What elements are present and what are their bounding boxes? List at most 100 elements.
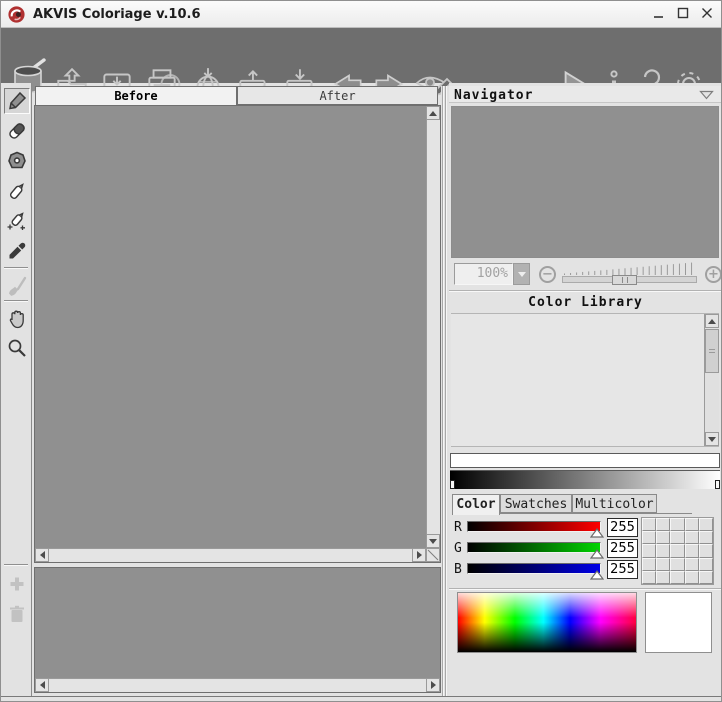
scroll-up-button[interactable] [705, 314, 719, 328]
color-library-scrollbar[interactable] [704, 314, 719, 446]
strokes-horizontal-scrollbar[interactable] [35, 678, 440, 692]
tube-icon [6, 180, 28, 202]
section-divider [449, 290, 722, 292]
blue-value-field[interactable]: 255 [607, 560, 638, 579]
tab-after-label: After [319, 89, 355, 103]
hand-icon [6, 308, 28, 330]
image-canvas[interactable] [35, 106, 426, 548]
magic-tube-tool[interactable] [4, 208, 30, 234]
zoom-tick-marks [562, 261, 697, 276]
green-slider-thumb[interactable] [590, 549, 604, 559]
canvas-horizontal-scrollbar[interactable] [35, 548, 426, 562]
magnifier-icon [6, 337, 28, 359]
blue-slider[interactable] [467, 563, 601, 574]
zoom-dropdown-button[interactable] [513, 263, 530, 285]
color-library-list[interactable] [451, 313, 719, 447]
close-button[interactable] [699, 5, 715, 21]
delete-button[interactable] [4, 601, 30, 627]
red-slider-thumb[interactable] [590, 528, 604, 538]
tab-multicolor[interactable]: Multicolor [572, 494, 657, 513]
tab-before-label: Before [114, 89, 157, 103]
tab-swatches[interactable]: Swatches [500, 494, 572, 513]
color-spectrum-picker[interactable] [457, 592, 637, 653]
navigator-title: Navigator [454, 88, 533, 103]
dropdown-arrow-icon [518, 272, 526, 281]
tab-after[interactable]: After [237, 86, 438, 105]
up-arrow-icon [708, 319, 716, 324]
plus-icon [7, 574, 27, 594]
green-slider-label: G [454, 541, 466, 556]
pencil-icon [6, 90, 28, 112]
scroll-down-button[interactable] [705, 432, 719, 446]
down-arrow-icon [429, 539, 437, 544]
tool-panel [1, 83, 32, 697]
scroll-right-button[interactable] [426, 678, 440, 692]
app-window: AKVIS Coloriage v.10.6 [0, 0, 722, 702]
left-arrow-icon [40, 551, 45, 559]
scroll-down-button[interactable] [426, 534, 440, 548]
tab-before[interactable]: Before [35, 86, 237, 105]
gradient-marker-right[interactable] [715, 480, 720, 489]
scroll-left-button[interactable] [35, 548, 49, 562]
selected-color-strip[interactable] [450, 453, 720, 468]
red-value-field[interactable]: 255 [607, 518, 638, 537]
zoom-out-button[interactable]: − [539, 266, 556, 283]
up-arrow-icon [429, 111, 437, 116]
maximize-button[interactable] [675, 5, 691, 21]
strokes-panel [34, 567, 441, 693]
keep-color-icon [6, 150, 28, 172]
zoom-value-field[interactable]: 100% [454, 263, 513, 285]
zoom-in-button[interactable]: + [705, 266, 722, 283]
red-slider[interactable] [467, 521, 601, 532]
hand-tool[interactable] [4, 306, 30, 332]
window-title: AKVIS Coloriage v.10.6 [33, 7, 201, 22]
down-arrow-icon [708, 437, 716, 442]
tool-divider [4, 300, 28, 302]
scroll-up-button[interactable] [426, 106, 440, 120]
main-toolbar [1, 28, 721, 83]
scrollbar-thumb[interactable] [705, 329, 719, 373]
scroll-right-button[interactable] [412, 548, 426, 562]
tab-color[interactable]: Color [452, 494, 500, 515]
zoom-slider-thumb[interactable] [612, 275, 637, 285]
eraser-tool[interactable] [4, 118, 30, 144]
image-canvas-container [34, 105, 441, 563]
app-logo-icon [7, 5, 26, 24]
eyedropper-tool[interactable] [4, 238, 30, 264]
right-arrow-icon [417, 551, 422, 559]
minimize-button[interactable] [651, 5, 667, 21]
canvas-vertical-scrollbar[interactable] [426, 106, 440, 548]
brush-icon [6, 274, 28, 296]
navigator-preview[interactable] [451, 106, 719, 258]
recent-colors-grid[interactable] [641, 517, 714, 585]
section-divider [449, 588, 722, 590]
green-value-field[interactable]: 255 [607, 539, 638, 558]
color-pencil-tool[interactable] [4, 88, 30, 114]
collapse-triangle-icon[interactable] [699, 90, 714, 100]
zoom-controls: 100% − + [449, 261, 722, 289]
panel-splitter[interactable] [441, 86, 449, 696]
current-color-swatch[interactable] [645, 592, 712, 653]
gradient-marker-left[interactable] [450, 480, 455, 489]
scroll-left-button[interactable] [35, 678, 49, 692]
title-bar: AKVIS Coloriage v.10.6 [1, 1, 721, 28]
tool-divider [4, 564, 28, 566]
color-library-title: Color Library [449, 295, 722, 310]
recolor-brush-tool[interactable] [4, 272, 30, 298]
zoom-tool[interactable] [4, 335, 30, 361]
green-slider[interactable] [467, 542, 601, 553]
tube-tool[interactable] [4, 178, 30, 204]
right-panel: Navigator 100% − + Color Library [449, 83, 722, 697]
trash-icon [7, 604, 27, 624]
blue-slider-thumb[interactable] [590, 570, 604, 580]
brightness-gradient-strip[interactable] [450, 470, 720, 489]
add-button[interactable] [4, 571, 30, 597]
red-slider-label: R [454, 520, 466, 535]
scrollbar-corner[interactable] [426, 548, 440, 562]
eraser-icon [6, 120, 28, 142]
blue-slider-label: B [454, 562, 466, 577]
tab-multicolor-label: Multicolor [575, 497, 653, 512]
keep-color-pencil-tool[interactable] [4, 148, 30, 174]
eyedropper-icon [6, 240, 28, 262]
tool-divider [4, 267, 28, 269]
